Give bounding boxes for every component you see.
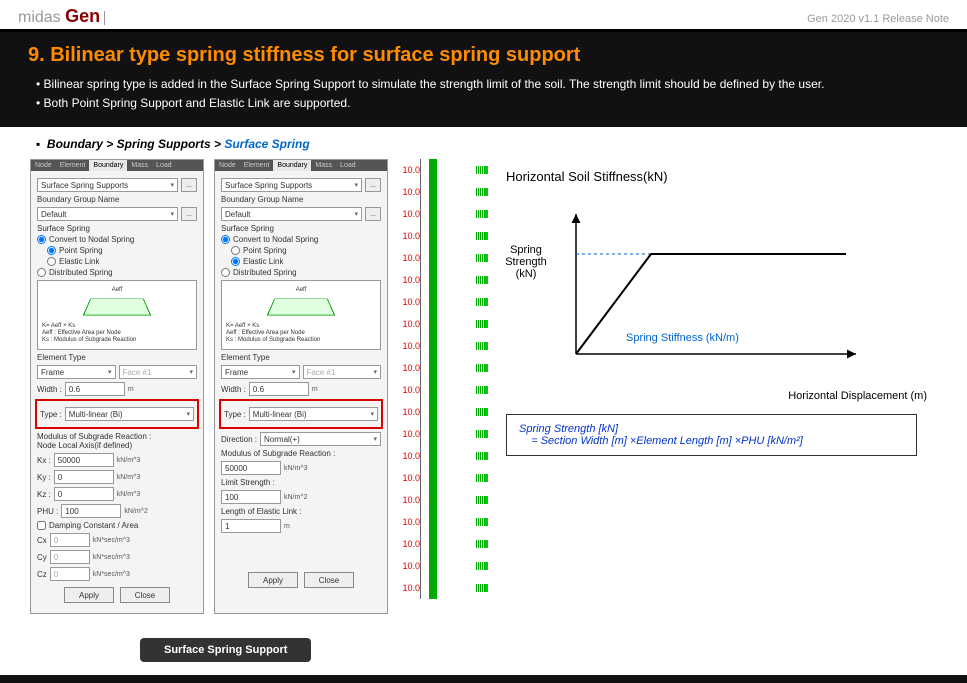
spring-type-highlight: Type :Multi-linear (Bi) [219,399,383,429]
model-value: 10.0 [398,231,420,241]
elem-type-combo[interactable]: Frame [221,365,300,379]
graph-title: Horizontal Soil Stiffness(kN) [506,169,917,184]
apply-button[interactable]: Apply [248,572,298,588]
model-value: 10.0 [398,495,420,505]
model-value: 10.0 [398,539,420,549]
tab-boundary[interactable]: Boundary [273,160,311,171]
group-more-btn[interactable]: ... [181,207,197,221]
model-value: 10.0 [398,583,420,593]
elastic-link-radio[interactable] [231,257,240,266]
logo: midas Gen [18,6,105,27]
breadcrumb: ▪ Boundary > Spring Supports > Surface S… [0,127,967,159]
formula-box: Spring Strength [kN] = Section Width [m]… [506,414,917,456]
tab-mass[interactable]: Mass [311,160,336,171]
modulus-input[interactable]: 50000 [221,461,281,475]
model-value: 10.0 [398,319,420,329]
kx-input[interactable]: 50000 [54,453,114,467]
width-input[interactable]: 0.6 [65,382,125,396]
bullet-1: Bilinear spring type is added in the Sur… [48,75,939,94]
model-value: 10.0 [398,561,420,571]
section-header: 9. Bilinear type spring stiffness for su… [0,29,967,127]
support-type-combo[interactable]: Surface Spring Supports [37,178,178,192]
type-combo[interactable]: Multi-linear (Bi) [249,407,378,421]
model-value: 10.0 [398,275,420,285]
tab-element[interactable]: Element [56,160,90,171]
caption-pill: Surface Spring Support [140,638,311,662]
model-value: 10.0 [398,451,420,461]
length-input[interactable]: 1 [221,519,281,533]
kz-input[interactable]: 0 [54,487,114,501]
damping-check[interactable] [37,521,46,530]
group-combo[interactable]: Default [37,207,178,221]
y-axis-label: Spring Strength (kN) [496,244,556,280]
cy-input: 0 [50,550,90,564]
model-value: 10.0 [398,363,420,373]
distributed-radio[interactable] [221,268,230,277]
dialog-tabs: Node Element Boundary Mass Load [31,160,203,171]
section-title: 9. Bilinear type spring stiffness for su… [28,44,939,67]
close-button[interactable]: Close [304,572,354,588]
graph-area: Horizontal Soil Stiffness(kN) Spring Str… [486,159,937,614]
model-value: 10.0 [398,165,420,175]
close-button[interactable]: Close [120,587,170,603]
group-combo[interactable]: Default [221,207,362,221]
model-value: 10.0 [398,341,420,351]
apply-button[interactable]: Apply [64,587,114,603]
model-value: 10.0 [398,407,420,417]
model-value: 10.0 [398,297,420,307]
ky-input[interactable]: 0 [54,470,114,484]
distributed-radio[interactable] [37,268,46,277]
model-value: 10.0 [398,473,420,483]
tab-boundary[interactable]: Boundary [89,160,127,171]
dialog-elastic-link: Node Element Boundary Mass Load Surface … [214,159,388,614]
spring-diagram: Aeff K= Aeff × KsAeff : Effective Area p… [37,280,197,350]
tab-mass[interactable]: Mass [127,160,152,171]
bottom-bar [0,675,967,683]
tab-load[interactable]: Load [152,160,176,171]
bullet-2: Both Point Spring Support and Elastic Li… [48,94,939,113]
x-axis-label: Horizontal Displacement (m) [788,390,927,402]
tab-load[interactable]: Load [336,160,360,171]
phu-input[interactable]: 100 [61,504,121,518]
model-value: 10.0 [398,187,420,197]
direction-combo[interactable]: Normal(+) [260,432,381,446]
convert-radio[interactable] [37,235,46,244]
release-note: Gen 2020 v1.1 Release Note [807,13,949,25]
elem-type-combo[interactable]: Frame [37,365,116,379]
model-value: 10.0 [398,209,420,219]
face-combo[interactable]: Face #1 [303,365,382,379]
elastic-link-radio[interactable] [47,257,56,266]
point-spring-radio[interactable] [231,246,240,255]
cx-input: 0 [50,533,90,547]
support-type-combo[interactable]: Surface Spring Supports [221,178,362,192]
tab-node[interactable]: Node [215,160,240,171]
limit-input[interactable]: 100 [221,490,281,504]
model-value: 10.0 [398,429,420,439]
more-btn[interactable]: ... [181,178,197,192]
dialog-point-spring: Node Element Boundary Mass Load Surface … [30,159,204,614]
face-combo[interactable]: Face #1 [119,365,198,379]
convert-radio[interactable] [221,235,230,244]
cz-input: 0 [50,567,90,581]
model-view: 10.0 10.0 10.0 10.0 10.0 10.0 10.0 10.0 10.0 10.0… [398,159,476,614]
spring-diagram: Aeff K= Aeff × KsAeff : Effective Area p… [221,280,381,350]
point-spring-radio[interactable] [47,246,56,255]
model-value: 10.0 [398,385,420,395]
group-more-btn[interactable]: ... [365,207,381,221]
tab-node[interactable]: Node [31,160,56,171]
more-btn[interactable]: ... [365,178,381,192]
model-value: 10.0 [398,517,420,527]
spring-type-highlight: Type :Multi-linear (Bi) [35,399,199,429]
width-input[interactable]: 0.6 [249,382,309,396]
type-combo[interactable]: Multi-linear (Bi) [65,407,194,421]
model-value: 10.0 [398,253,420,263]
tab-element[interactable]: Element [240,160,274,171]
dialog-tabs-2: Node Element Boundary Mass Load [215,160,387,171]
stiffness-label: Spring Stiffness (kN/m) [626,332,739,344]
